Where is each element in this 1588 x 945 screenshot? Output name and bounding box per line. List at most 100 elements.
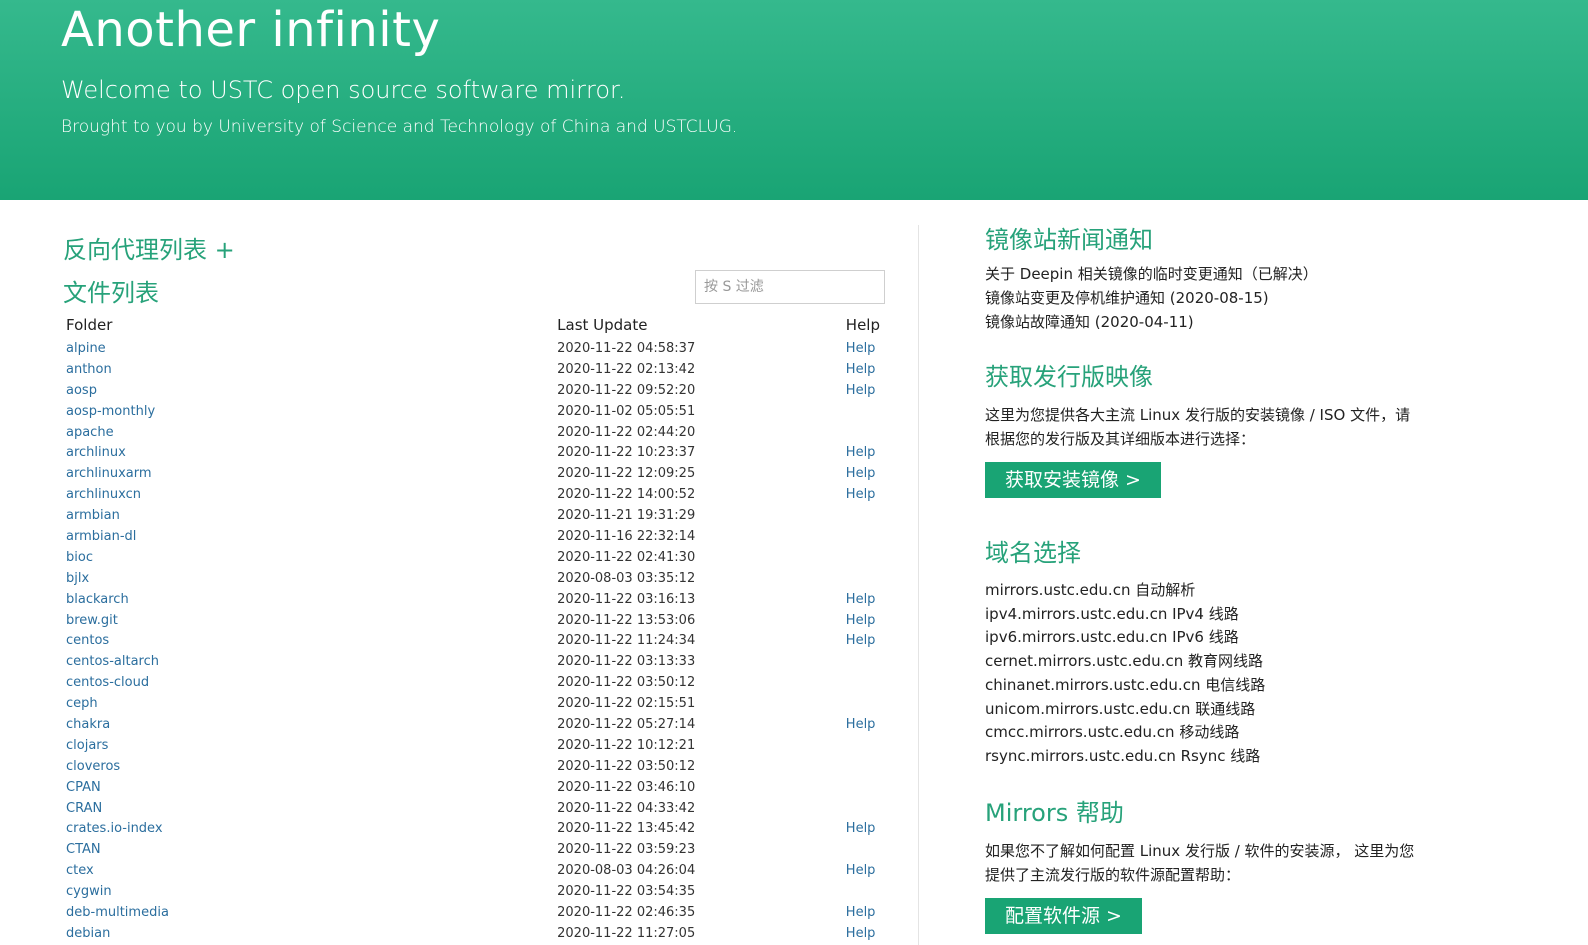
folder-link[interactable]: centos-cloud — [63, 672, 554, 693]
table-row: cygwin 2020-11-22 03:54:35 — [63, 881, 883, 902]
header-banner: Another infinity Welcome to USTC open so… — [0, 0, 1588, 200]
folder-link[interactable]: cygwin — [63, 881, 554, 902]
last-update-cell: 2020-11-22 11:24:34 — [557, 633, 696, 649]
help-link — [843, 693, 883, 714]
table-row: CTAN 2020-11-22 03:59:23 — [63, 839, 883, 860]
help-link — [843, 547, 883, 568]
help-link — [843, 505, 883, 526]
help-link — [843, 798, 883, 819]
domain-item: ipv6.mirrors.ustc.edu.cn IPv6 线路 — [985, 628, 1239, 647]
folder-link[interactable]: debian — [63, 923, 554, 944]
help-link — [843, 568, 883, 589]
filter-input[interactable] — [695, 270, 885, 304]
iso-title: 获取发行版映像 — [985, 363, 1153, 391]
folder-link[interactable]: blackarch — [63, 589, 554, 610]
help-link — [843, 526, 883, 547]
help-link — [843, 401, 883, 422]
help-link[interactable]: Help — [843, 442, 883, 463]
last-update-cell: 2020-11-21 19:31:29 — [557, 508, 696, 524]
help-link[interactable]: Help — [843, 923, 883, 944]
help-link — [843, 651, 883, 672]
help-link — [843, 839, 883, 860]
table-row: brew.git 2020-11-22 13:53:06 Help — [63, 610, 883, 631]
help-link[interactable]: Help — [843, 714, 883, 735]
folder-link[interactable]: archlinuxarm — [63, 463, 554, 484]
table-row: bjlx 2020-08-03 03:35:12 — [63, 568, 883, 589]
help-link — [843, 672, 883, 693]
folder-link[interactable]: bjlx — [63, 568, 554, 589]
folder-link[interactable]: aosp — [63, 380, 554, 401]
reverse-proxy-list-toggle[interactable]: 反向代理列表 + — [63, 230, 235, 265]
folder-link[interactable]: deb-multimedia — [63, 902, 554, 923]
folder-link[interactable]: clojars — [63, 735, 554, 756]
file-list-title: 文件列表 — [63, 279, 159, 307]
folder-link[interactable]: CTAN — [63, 839, 554, 860]
configure-sources-button[interactable]: 配置软件源 > — [985, 898, 1142, 934]
column-header-last-update[interactable]: Last Update — [554, 312, 843, 338]
folder-link[interactable]: armbian — [63, 505, 554, 526]
folder-link[interactable]: archlinux — [63, 442, 554, 463]
table-row: archlinuxcn 2020-11-22 14:00:52 Help — [63, 484, 883, 505]
table-row: clojars 2020-11-22 10:12:21 — [63, 735, 883, 756]
help-link[interactable]: Help — [843, 338, 883, 359]
last-update-cell: 2020-11-22 13:45:42 — [557, 821, 696, 837]
table-row: ctex 2020-08-03 04:26:04 Help — [63, 860, 883, 881]
column-divider — [918, 225, 919, 945]
folder-link[interactable]: CRAN — [63, 798, 554, 819]
folder-link[interactable]: bioc — [63, 547, 554, 568]
folder-link[interactable]: ceph — [63, 693, 554, 714]
last-update-cell: 2020-08-03 03:35:12 — [557, 570, 696, 586]
news-item[interactable]: 关于 Deepin 相关镜像的临时变更通知（已解决） — [985, 262, 1318, 286]
folder-link[interactable]: cloveros — [63, 756, 554, 777]
help-link[interactable]: Help — [843, 463, 883, 484]
news-item[interactable]: 镜像站变更及停机维护通知 (2020-08-15) — [985, 286, 1318, 310]
help-link[interactable]: Help — [843, 380, 883, 401]
column-header-folder[interactable]: Folder — [63, 312, 554, 338]
folder-link[interactable]: anthon — [63, 359, 554, 380]
help-link[interactable]: Help — [843, 860, 883, 881]
folder-link[interactable]: chakra — [63, 714, 554, 735]
help-link[interactable]: Help — [843, 630, 883, 651]
get-iso-button[interactable]: 获取安装镜像 > — [985, 462, 1161, 498]
help-link[interactable]: Help — [843, 359, 883, 380]
help-link — [843, 735, 883, 756]
last-update-cell: 2020-11-22 05:27:14 — [557, 716, 696, 732]
news-list: 关于 Deepin 相关镜像的临时变更通知（已解决） 镜像站变更及停机维护通知 … — [985, 262, 1318, 334]
help-link — [843, 422, 883, 443]
last-update-cell: 2020-11-22 04:33:42 — [557, 800, 696, 816]
folder-link[interactable]: crates.io-index — [63, 818, 554, 839]
folder-link[interactable]: aosp-monthly — [63, 401, 554, 422]
table-row: crates.io-index 2020-11-22 13:45:42 Help — [63, 818, 883, 839]
table-row: archlinux 2020-11-22 10:23:37 Help — [63, 442, 883, 463]
folder-link[interactable]: centos-altarch — [63, 651, 554, 672]
folder-link[interactable]: centos — [63, 630, 554, 651]
last-update-cell: 2020-11-22 10:23:37 — [557, 445, 696, 461]
folder-link[interactable]: armbian-dl — [63, 526, 554, 547]
folder-link[interactable]: archlinuxcn — [63, 484, 554, 505]
table-row: centos-altarch 2020-11-22 03:13:33 — [63, 651, 883, 672]
domain-item: unicom.mirrors.ustc.edu.cn 联通线路 — [985, 699, 1256, 718]
folder-link[interactable]: CPAN — [63, 777, 554, 798]
last-update-cell: 2020-11-22 02:15:51 — [557, 696, 696, 712]
folder-link[interactable]: alpine — [63, 338, 554, 359]
domain-item: ipv4.mirrors.ustc.edu.cn IPv4 线路 — [985, 604, 1239, 623]
folder-link[interactable]: ctex — [63, 860, 554, 881]
help-link[interactable]: Help — [843, 818, 883, 839]
help-link[interactable]: Help — [843, 589, 883, 610]
help-link[interactable]: Help — [843, 610, 883, 631]
last-update-cell: 2020-11-22 03:46:10 — [557, 779, 696, 795]
folder-link[interactable]: brew.git — [63, 610, 554, 631]
help-description-line: 如果您不了解如何配置 Linux 发行版 / 软件的安装源， 这里为您 — [985, 842, 1415, 860]
last-update-cell: 2020-11-22 13:53:06 — [557, 612, 696, 628]
table-row: centos-cloud 2020-11-22 03:50:12 — [63, 672, 883, 693]
table-header-row: Folder Last Update Help — [63, 312, 883, 338]
help-link[interactable]: Help — [843, 902, 883, 923]
news-item[interactable]: 镜像站故障通知 (2020-04-11) — [985, 310, 1318, 334]
domain-item: mirrors.ustc.edu.cn 自动解析 — [985, 581, 1196, 599]
help-link[interactable]: Help — [843, 484, 883, 505]
last-update-cell: 2020-11-22 02:44:20 — [557, 424, 696, 440]
folder-link[interactable]: apache — [63, 422, 554, 443]
table-row: centos 2020-11-22 11:24:34 Help — [63, 630, 883, 651]
last-update-cell: 2020-11-22 02:13:42 — [557, 361, 696, 377]
table-row: deb-multimedia 2020-11-22 02:46:35 Help — [63, 902, 883, 923]
